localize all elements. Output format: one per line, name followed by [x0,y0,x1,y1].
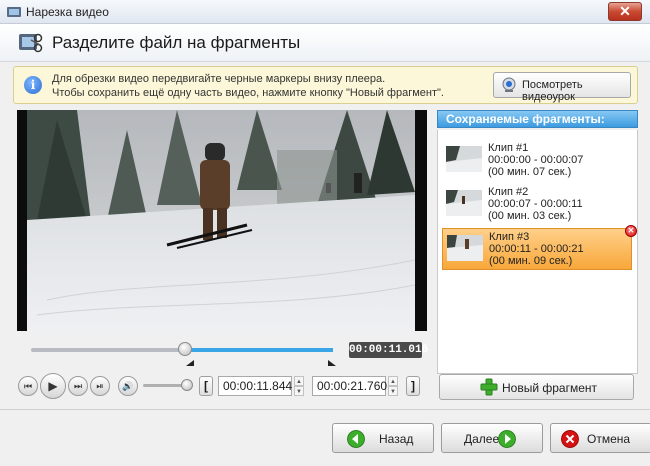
clip-duration: (00 мин. 07 сек.) [488,166,572,178]
end-time-spinner[interactable]: ▲ ▼ [388,376,398,396]
remove-clip-button[interactable]: ✕ [625,225,637,237]
set-end-button[interactable]: ] [406,376,420,396]
clip-item-2[interactable]: Клип #2 00:00:07 - 00:00:11 (00 мин. 03 … [442,184,632,226]
info-bar: i Для обрезки видео передвигайте черные … [13,66,638,104]
skip-to-end-button[interactable]: ⏭ [68,376,88,396]
next-button[interactable]: Далее [441,423,543,453]
volume-slider[interactable] [143,379,193,391]
arrow-left-icon [347,430,365,448]
clip-range: 00:00:07 - 00:00:11 [488,198,583,210]
spinner-up-icon[interactable]: ▲ [388,376,398,386]
skip-forward-icon: ⏭ [73,381,83,391]
timeline-track[interactable] [31,342,333,356]
video-frame-ski-slope [17,110,427,331]
skip-to-start-button[interactable]: ⏮ [18,376,38,396]
window-title: Нарезка видео [26,5,109,19]
close-icon: ✕ [627,226,635,235]
new-fragment-button[interactable]: Новый фрагмент [439,374,634,400]
playhead-handle[interactable] [178,342,192,356]
clip-thumbnail [447,235,483,261]
cancel-icon [561,430,579,448]
next-frame-button[interactable]: ⏯ [90,376,110,396]
play-icon: ▶ [48,379,58,393]
film-icon [7,7,21,17]
clip-range: 00:00:11 - 00:00:21 [489,243,584,255]
start-time-field[interactable]: 00:00:11.844 [218,376,292,396]
window-titlebar: Нарезка видео ✕ [0,0,650,24]
arrow-right-icon [498,430,516,448]
wizard-footer: Назад Далее Отмена [0,409,650,466]
clip-name: Клип #1 [488,142,529,154]
spinner-down-icon[interactable]: ▼ [294,386,304,396]
clip-name: Клип #2 [488,186,529,198]
info-line-1: Для обрезки видео передвигайте черные ма… [52,73,386,85]
video-preview[interactable] [17,110,427,331]
clip-thumbnail [446,146,482,172]
fragments-list: Клип #1 00:00:00 - 00:00:07 (00 мин. 07 … [437,130,638,374]
fragments-panel: Сохраняемые фрагменты: Клип #1 00:00:00 … [437,108,638,403]
cancel-label: Отмена [587,432,631,446]
film-scissors-icon [19,33,43,53]
current-time-display: 00:00:11.016 [349,342,429,358]
next-frame-icon: ⏯ [96,381,104,391]
watch-tutorial-label: Посмотреть видеоурок [522,79,583,103]
end-time-field[interactable]: 00:00:21.760 [312,376,387,396]
clip-duration: (00 мин. 03 сек.) [488,210,572,222]
clip-item-3[interactable]: Клип #3 00:00:11 - 00:00:21 (00 мин. 09 … [442,225,637,270]
spinner-up-icon[interactable]: ▲ [294,376,304,386]
play-button[interactable]: ▶ [40,373,66,399]
end-marker[interactable] [328,360,336,366]
spinner-down-icon[interactable]: ▼ [388,386,398,396]
watch-tutorial-button[interactable]: Посмотреть видеоурок [493,72,631,103]
page-header: Разделите файл на фрагменты [0,24,650,62]
start-marker[interactable] [186,360,194,366]
speaker-icon: 🔊 [122,381,134,391]
new-fragment-label: Новый фрагмент [502,381,598,395]
clip-item-1[interactable]: Клип #1 00:00:00 - 00:00:07 (00 мин. 07 … [442,140,632,182]
start-time-spinner[interactable]: ▲ ▼ [294,376,304,396]
volume-button[interactable]: 🔊 [118,376,138,396]
window-close-button[interactable]: ✕ [608,2,642,21]
info-text: Для обрезки видео передвигайте черные ма… [52,72,444,100]
next-label: Далее [464,432,500,446]
clip-duration: (00 мин. 09 сек.) [489,255,573,267]
volume-knob[interactable] [181,379,193,391]
back-label: Назад [379,432,414,446]
cancel-button[interactable]: Отмена [550,423,650,453]
info-icon: i [24,76,42,94]
player-panel: 00:00:11.016 ⏮ ▶ ⏭ ⏯ 🔊 [ 00:00:11.844 ▲ … [13,108,431,403]
back-button[interactable]: Назад [332,423,434,453]
timeline-selection [186,348,333,352]
skip-back-icon: ⏮ [23,381,33,391]
clip-range: 00:00:00 - 00:00:07 [488,154,584,166]
clip-thumbnail [446,190,482,216]
info-line-2: Чтобы сохранить ещё одну часть видео, на… [52,87,444,99]
page-title: Разделите файл на фрагменты [52,33,301,52]
webcam-icon [502,77,516,92]
fragments-header: Сохраняемые фрагменты: [437,110,638,128]
clip-name: Клип #3 [489,231,530,243]
plus-icon [480,378,498,396]
set-start-button[interactable]: [ [199,376,213,396]
